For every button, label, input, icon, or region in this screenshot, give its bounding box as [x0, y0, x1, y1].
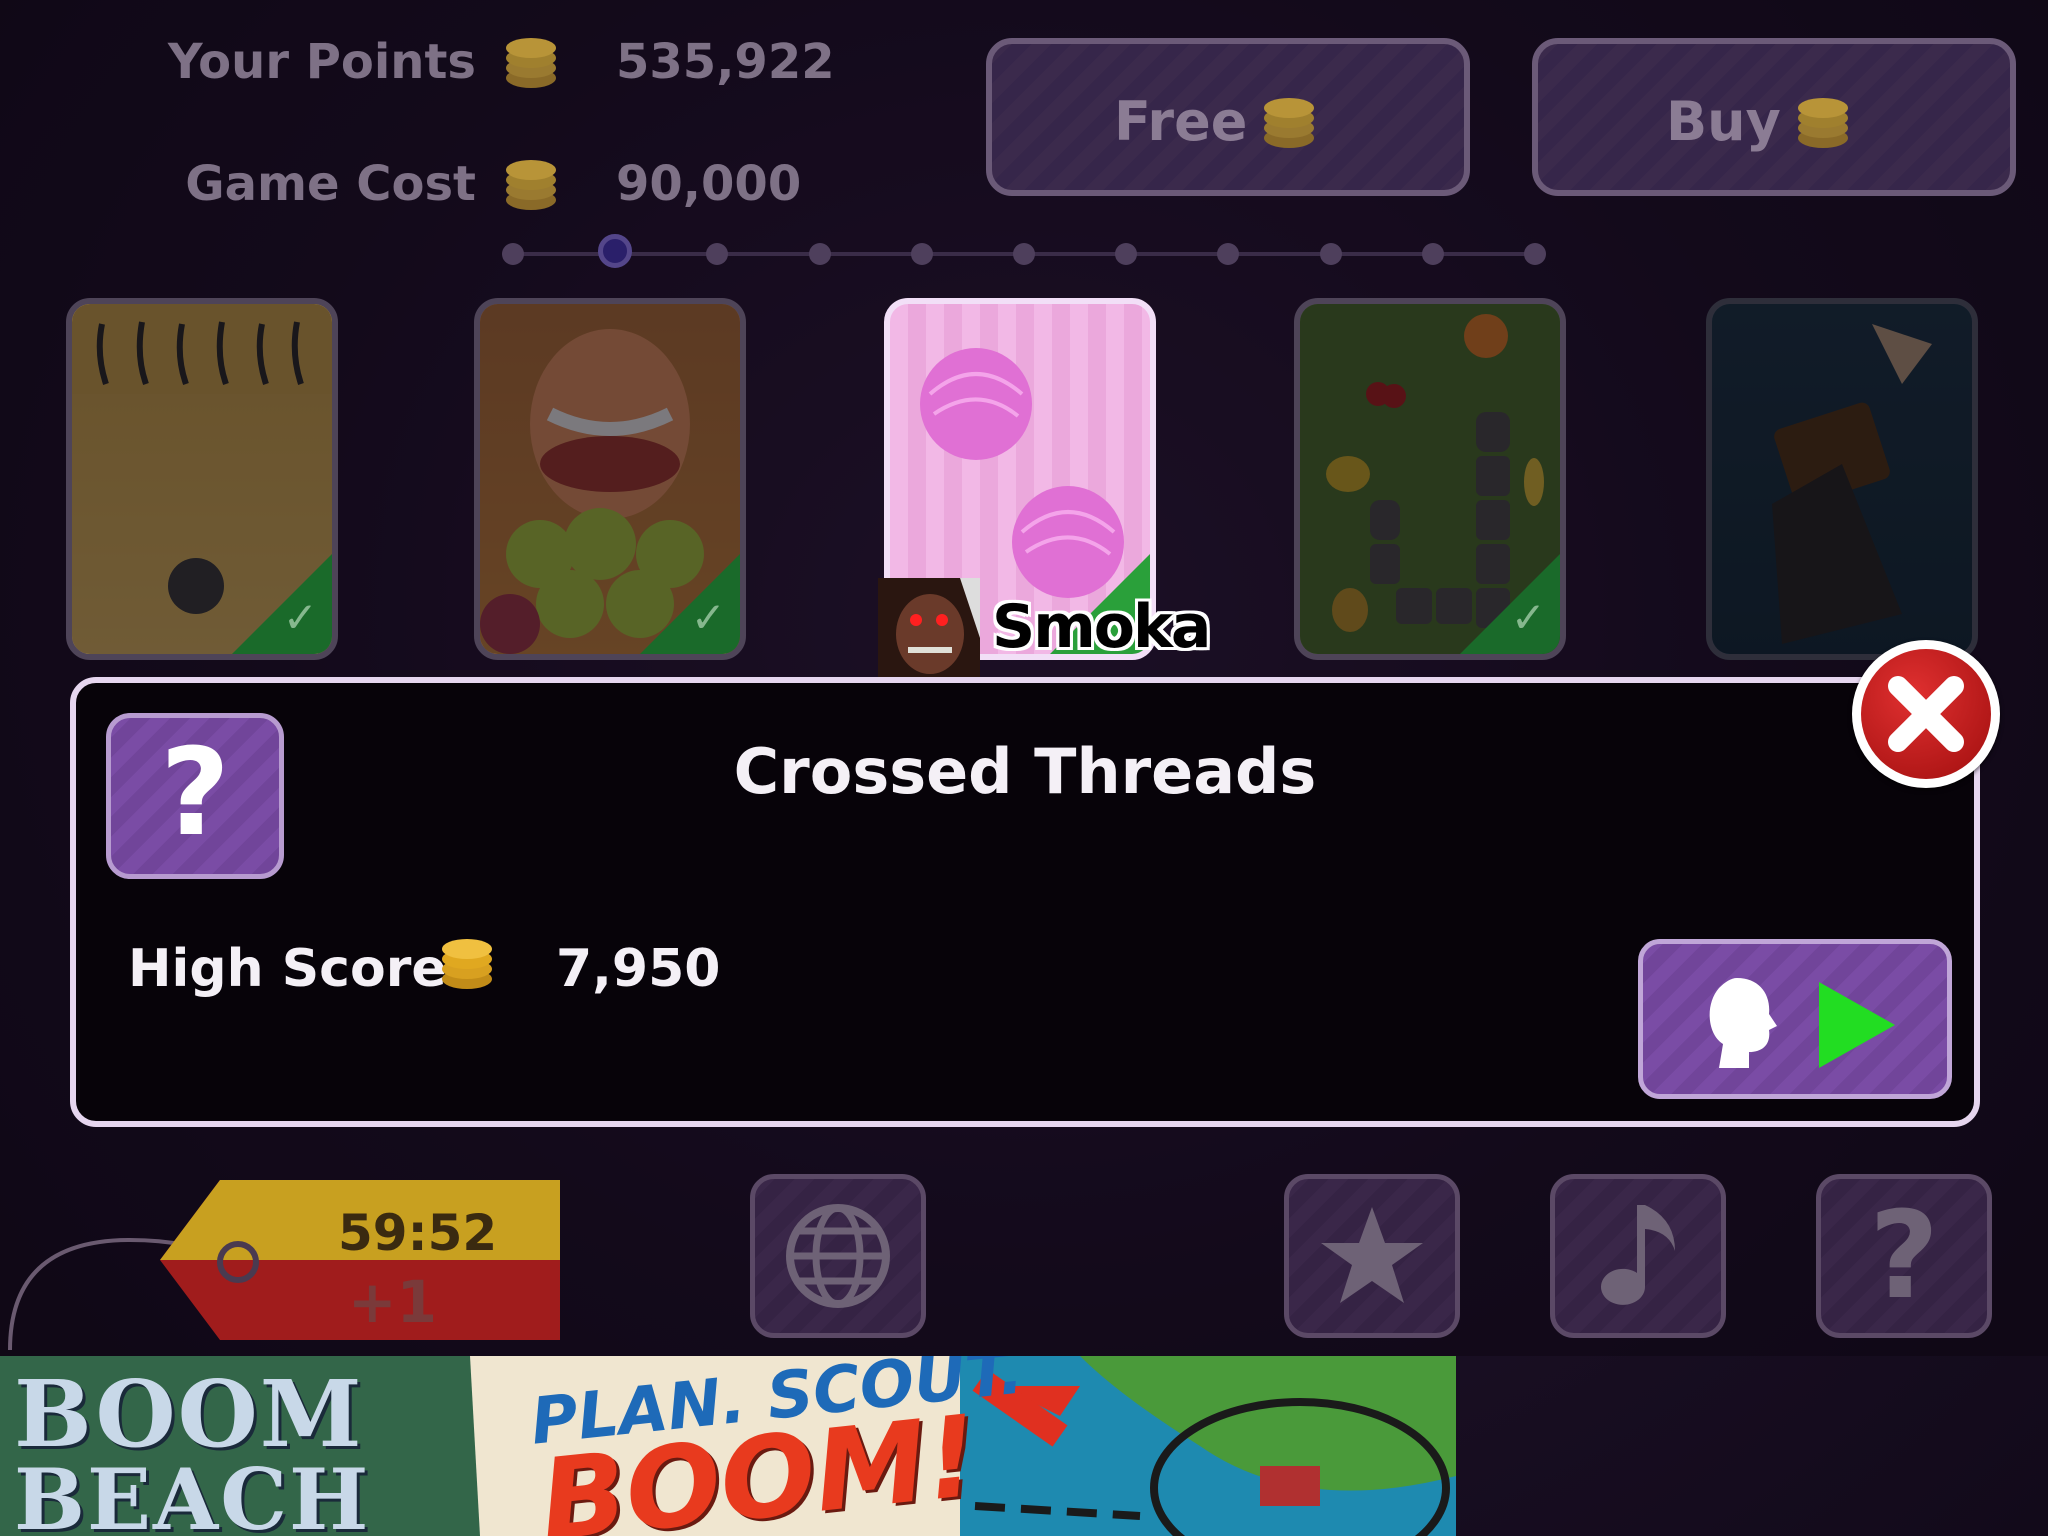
- points-value: 535,922: [616, 34, 835, 90]
- buy-button[interactable]: Buy: [1532, 38, 2016, 196]
- help-icon: ?: [1869, 1187, 1939, 1326]
- high-score-value: 7,950: [556, 939, 721, 999]
- checkmark-icon: ✓: [282, 593, 318, 642]
- game-card-pinball[interactable]: ✓: [66, 298, 338, 660]
- help-button[interactable]: ?: [1816, 1174, 1992, 1338]
- username: Smoka: [992, 592, 1211, 662]
- play-single-player-button[interactable]: [1638, 939, 1952, 1099]
- timer-text: 59:52: [338, 1204, 498, 1262]
- coin-icon: [506, 38, 556, 88]
- online-button[interactable]: [750, 1174, 926, 1338]
- free-button-label: Free: [1114, 90, 1248, 153]
- play-arrow-icon: [1819, 982, 1895, 1068]
- page-dot[interactable]: [1421, 243, 1444, 265]
- buy-button-label: Buy: [1666, 90, 1781, 153]
- user-avatar: [878, 578, 980, 680]
- coin-icon: [1798, 98, 1848, 148]
- bonus-timer-tag: 59:52 +1: [0, 1170, 570, 1360]
- checkmark-icon: ✓: [690, 593, 726, 642]
- card-dim: [1712, 304, 1972, 654]
- close-button[interactable]: [1852, 640, 2000, 788]
- points-label: Your Points: [167, 34, 476, 90]
- coin-icon: [506, 160, 556, 210]
- favorites-button[interactable]: [1284, 1174, 1460, 1338]
- page-dot[interactable]: [1524, 243, 1546, 265]
- page-dot[interactable]: [1319, 243, 1342, 265]
- page-dot[interactable]: [1013, 243, 1035, 265]
- music-note-icon: [1601, 1205, 1675, 1305]
- star-icon: [1321, 1207, 1423, 1303]
- game-title: Crossed Threads: [733, 735, 1317, 808]
- ad-banner[interactable]: BOOM BEACH PLAN. SCOUT. BOOM!: [0, 1356, 1456, 1536]
- coin-icon: [442, 939, 492, 989]
- game-card-snake[interactable]: ✓: [1294, 298, 1566, 660]
- user-tag: Smoka: [878, 578, 1211, 682]
- game-cost-value: 90,000: [616, 156, 802, 212]
- page-dot[interactable]: [910, 243, 933, 265]
- page-dot[interactable]: [598, 234, 633, 268]
- page-dot[interactable]: [808, 243, 831, 265]
- game-detail-panel: ? Crossed Threads High Score 7,950: [70, 677, 1980, 1127]
- game-card-apple-farmer[interactable]: ✓: [474, 298, 746, 660]
- game-cost-label: Game Cost: [185, 156, 476, 212]
- high-score-label: High Score: [128, 939, 447, 999]
- close-x-icon: [1888, 676, 1964, 752]
- globe-icon: [786, 1204, 890, 1308]
- ad-brand-line2: BEACH: [14, 1450, 371, 1536]
- game-card-dark-fantasy[interactable]: [1706, 298, 1978, 660]
- checkmark-icon: ✓: [1510, 593, 1546, 642]
- coin-icon: [1264, 98, 1314, 148]
- music-button[interactable]: [1550, 1174, 1726, 1338]
- bonus-text: +1: [348, 1268, 437, 1336]
- free-button[interactable]: Free: [986, 38, 1470, 196]
- player-head-icon: [1709, 978, 1777, 1068]
- page-dot[interactable]: [502, 243, 524, 265]
